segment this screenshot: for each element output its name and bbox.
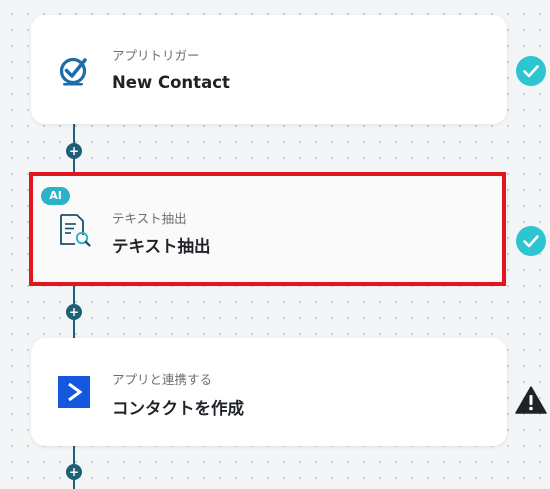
step-subtitle: テキスト抽出 (112, 211, 187, 226)
step-title: New Contact (112, 73, 230, 92)
step-title: テキスト抽出 (112, 237, 211, 256)
add-step-button[interactable]: + (66, 304, 82, 320)
step-card-text-extraction[interactable]: テキスト抽出 テキスト抽出 (31, 176, 507, 283)
activecampaign-logo-icon (57, 375, 91, 409)
document-search-icon (57, 213, 91, 247)
step-card-trigger[interactable]: アプリトリガー New Contact (31, 15, 507, 124)
step-subtitle: アプリトリガー (112, 48, 200, 63)
check-icon (516, 226, 546, 256)
step-subtitle: アプリと連携する (112, 372, 213, 387)
warning-icon (515, 385, 547, 415)
add-step-button[interactable]: + (66, 143, 82, 159)
step-title: コンタクトを作成 (112, 399, 244, 418)
ai-badge: AI (41, 187, 70, 205)
checkbox-logo-icon (57, 53, 91, 87)
add-step-button[interactable]: + (66, 464, 82, 480)
check-icon (516, 56, 546, 86)
step-card-create-contact[interactable]: アプリと連携する コンタクトを作成 (31, 338, 507, 446)
